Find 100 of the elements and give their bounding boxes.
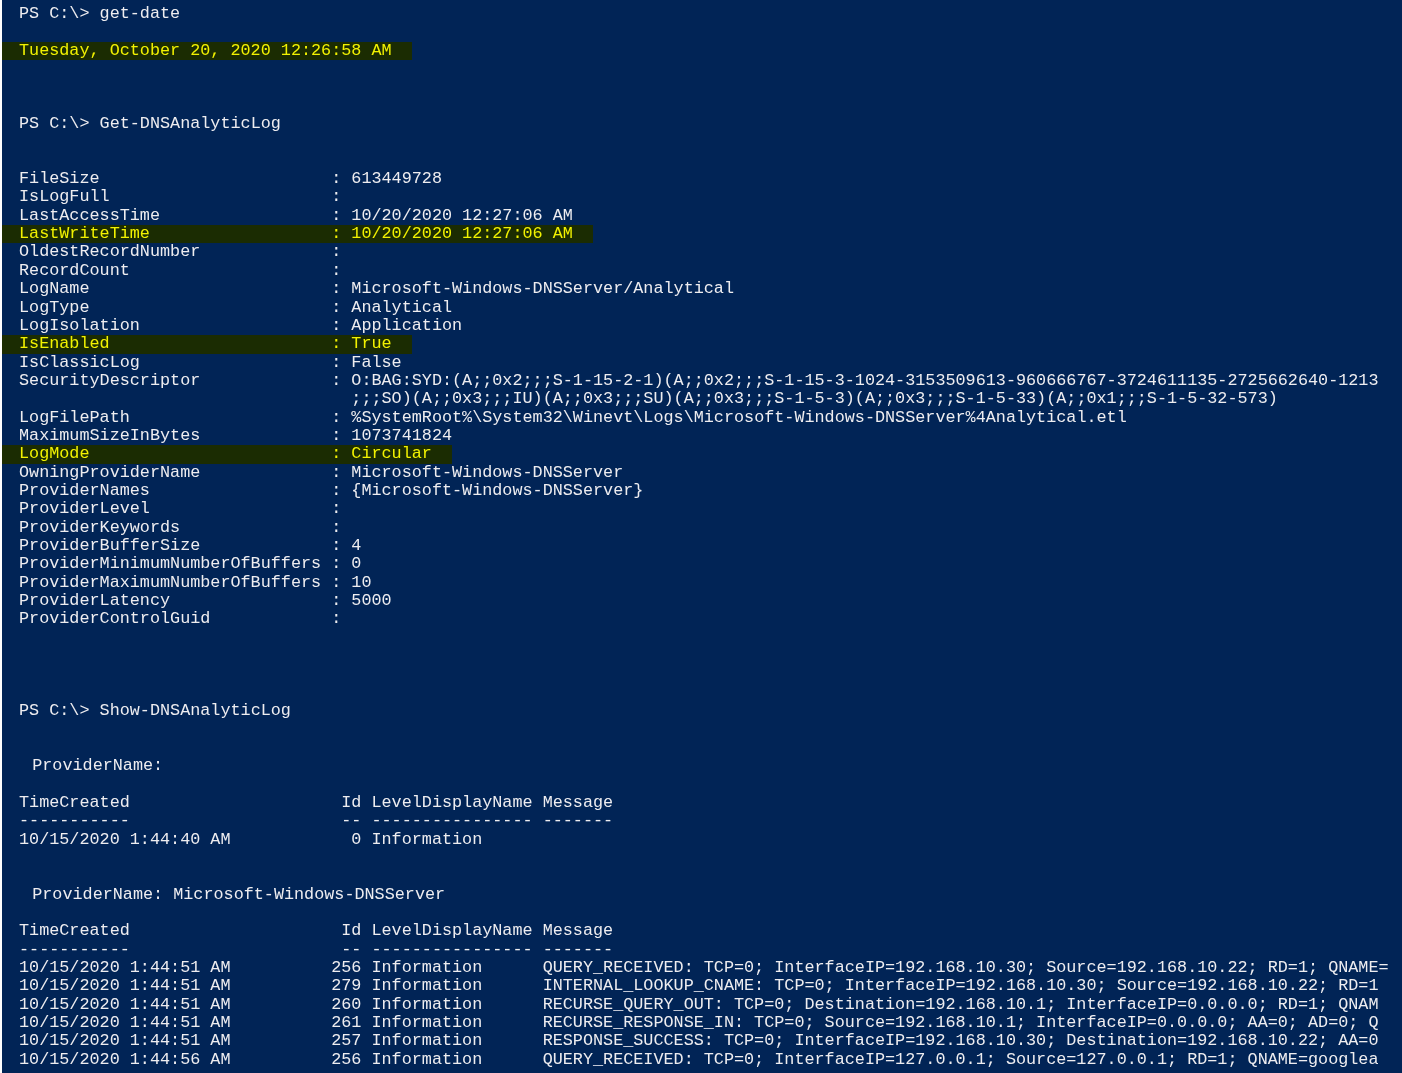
- property-name: SecurityDescriptor: [19, 371, 202, 391]
- property-value: Application: [351, 316, 463, 336]
- table-cell: INTERNAL_LOOKUP_CNAME: TCP=0; InterfaceIP=192.168.10.30; Source=192.168.10.22; RD=1: [542, 976, 1379, 996]
- property-name: LastWriteTime: [19, 225, 151, 244]
- separator-text: :: [331, 206, 343, 226]
- property-name: ProviderMinimumNumberOfBuffers: [19, 555, 323, 574]
- provider-label: ProviderName:: [32, 885, 164, 904]
- table-cell: RECURSE_RESPONSE_IN: TCP=0; Source=192.168.10.1; InterfaceIP=0.0.0.0; AA=0; AD=0; Q: [542, 1012, 1379, 1032]
- property-name: ProviderLevel: [19, 500, 151, 519]
- header-rule: --: [341, 939, 362, 959]
- column-header: Message: [542, 792, 614, 812]
- property-name: ProviderLatency: [19, 592, 172, 611]
- property-value: Microsoft-Windows-DNSServer: [351, 463, 624, 482]
- table-cell: Information: [371, 994, 483, 1014]
- separator-text: :: [331, 188, 343, 207]
- property-value: 4: [351, 537, 362, 556]
- header-rule: -------: [542, 939, 614, 959]
- property-value: 10: [351, 573, 372, 592]
- table-cell: 261: [331, 1012, 362, 1032]
- table-cell: QUERY_RECEIVED: TCP=0; InterfaceIP=127.0.0.1; Source=127.0.0.1; RD=1; QNAME=googlea: [542, 1049, 1379, 1069]
- command-text: Show-DNSAnalyticLog: [99, 702, 291, 721]
- command-text: get-date: [99, 5, 181, 24]
- property-name: IsEnabled: [19, 335, 111, 354]
- table-cell: 10/15/2020 1:44:56 AM: [19, 1049, 231, 1069]
- separator-text: :: [331, 573, 343, 592]
- property-name: ProviderKeywords: [19, 518, 182, 537]
- table-cell: 0: [351, 829, 362, 849]
- header-rule: -------: [542, 811, 614, 831]
- property-name: RecordCount: [19, 261, 131, 281]
- table-cell: 10/15/2020 1:44:51 AM: [19, 1012, 231, 1032]
- property-value: 613449728: [351, 170, 442, 189]
- column-header: LevelDisplayName: [371, 792, 533, 812]
- header-rule: -----------: [19, 811, 130, 831]
- provider-label: ProviderName:: [32, 757, 164, 776]
- table-cell: Information: [371, 1049, 483, 1069]
- property-value: {Microsoft-Windows-DNSServer}: [351, 481, 644, 501]
- separator-text: :: [331, 481, 343, 501]
- property-name: ProviderControlGuid: [19, 610, 212, 629]
- column-header: Message: [542, 921, 614, 941]
- table-cell: RECURSE_QUERY_OUT: TCP=0; Destination=192.168.10.1; InterfaceIP=0.0.0.0; RD=1; QNAM: [542, 994, 1379, 1014]
- separator-text: :: [331, 371, 343, 391]
- property-value: O:BAG:SYD:(A;;0x2;;;S-1-15-2-1)(A;;0x2;;;S-1-15-3-1024-3153509613-960666767-3724611135-2725662640-1213: [351, 371, 1379, 391]
- table-cell: 279: [331, 976, 362, 996]
- table-cell: 10/15/2020 1:44:51 AM: [19, 976, 231, 996]
- property-name: LogIsolation: [19, 316, 141, 336]
- table-cell: Information: [371, 829, 483, 849]
- property-name: IsClassicLog: [19, 353, 141, 372]
- property-value: False: [351, 353, 402, 372]
- provider-name: Microsoft-Windows-DNSServer: [173, 885, 446, 904]
- property-name: ProviderNames: [19, 481, 151, 501]
- separator-text: :: [331, 316, 343, 336]
- property-value: Circular: [351, 445, 432, 464]
- property-value: ;;;SO)(A;;0x3;;;IU)(A;;0x3;;;SU)(A;;0x3;;;S-1-5-3)(A;;0x3;;;S-1-5-33)(A;;0x1;;;S-1-5-32-573): [351, 390, 1278, 409]
- property-name: LastAccessTime: [19, 206, 161, 226]
- property-name: ProviderMaximumNumberOfBuffers: [19, 573, 323, 592]
- table-cell: Information: [371, 957, 483, 977]
- table-cell: Information: [371, 1031, 483, 1051]
- table-cell: 256: [331, 957, 362, 977]
- separator-text: :: [331, 261, 343, 281]
- table-cell: 10/15/2020 1:44:51 AM: [19, 1031, 231, 1051]
- column-header: Id: [341, 921, 362, 941]
- property-value: True: [351, 335, 392, 354]
- property-name: OwningProviderName: [19, 463, 202, 482]
- property-name: ProviderBufferSize: [19, 537, 202, 556]
- separator-text: :: [331, 408, 343, 427]
- property-name: FileSize: [19, 170, 101, 189]
- property-value: 5000: [351, 592, 392, 611]
- property-name: LogName: [19, 280, 91, 299]
- separator-text: :: [331, 298, 343, 317]
- separator-text: :: [331, 170, 343, 189]
- property-value: 0: [351, 555, 362, 574]
- separator-text: :: [331, 225, 343, 244]
- property-name: LogFilePath: [19, 408, 131, 427]
- separator-text: :: [331, 500, 343, 519]
- column-header: Id: [341, 792, 362, 812]
- separator-text: :: [331, 555, 343, 574]
- table-cell: Information: [371, 976, 483, 996]
- property-name: IsLogFull: [19, 188, 111, 207]
- table-cell: RESPONSE_SUCCESS: TCP=0; InterfaceIP=192.168.10.30; Destination=192.168.10.22; AA=0: [542, 1031, 1379, 1051]
- separator-text: :: [331, 426, 343, 446]
- separator-text: :: [331, 518, 343, 537]
- prompt-text: PS C:\>: [19, 702, 90, 721]
- table-cell: 256: [331, 1049, 362, 1069]
- table-cell: QUERY_RECEIVED: TCP=0; InterfaceIP=192.168.10.30; Source=192.168.10.22; RD=1; QNAME=: [542, 957, 1389, 977]
- table-cell: 10/15/2020 1:44:51 AM: [19, 957, 231, 977]
- table-cell: 10/15/2020 1:44:51 AM: [19, 994, 231, 1014]
- table-cell: 10/15/2020 1:44:40 AM: [19, 829, 231, 849]
- separator-text: :: [331, 592, 343, 611]
- prompt-text: PS C:\>: [19, 5, 90, 24]
- separator-text: :: [331, 335, 343, 354]
- separator-text: :: [331, 280, 343, 299]
- highlighted-output: Tuesday, October 20, 2020 12:26:58 AM: [2, 41, 412, 61]
- property-name: MaximumSizeInBytes: [19, 426, 202, 446]
- separator-text: :: [331, 445, 343, 464]
- separator-text: :: [331, 610, 343, 629]
- table-cell: 260: [331, 994, 362, 1014]
- header-rule: ----------------: [371, 939, 533, 959]
- prompt-text: PS C:\>: [19, 115, 90, 134]
- property-value: 1073741824: [351, 426, 453, 446]
- separator-text: :: [331, 243, 343, 262]
